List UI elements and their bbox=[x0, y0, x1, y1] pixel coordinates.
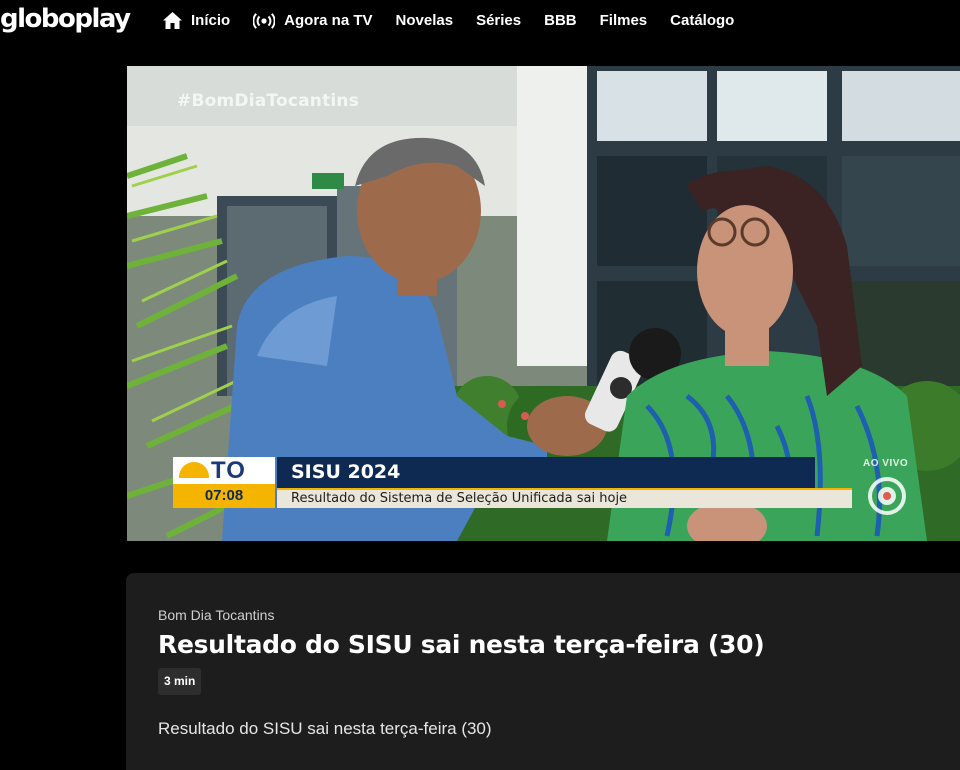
nav-item-catalogo[interactable]: Catálogo bbox=[670, 12, 734, 29]
main-nav: Início Agora na TV Novelas Séries BBB Fi… bbox=[163, 12, 757, 29]
top-navigation-bar: globoplay Início Agora na TV Novelas Sér… bbox=[0, 0, 960, 44]
station-code: TO bbox=[211, 457, 246, 484]
nav-item-label: Séries bbox=[476, 12, 522, 29]
nav-item-filmes[interactable]: Filmes bbox=[600, 12, 648, 29]
lower-third-headline: SISU 2024 bbox=[277, 457, 815, 488]
nav-item-novelas[interactable]: Novelas bbox=[396, 12, 454, 29]
live-broadcast-icon bbox=[253, 12, 276, 29]
globo-watermark-icon bbox=[868, 477, 906, 515]
nav-item-label: Agora na TV bbox=[284, 12, 373, 29]
nav-item-inicio[interactable]: Início bbox=[163, 12, 230, 29]
nav-item-label: Início bbox=[191, 12, 231, 29]
video-description: Resultado do SISU sai nesta terça-feira … bbox=[158, 719, 492, 738]
program-hashtag: #BomDiaTocantins bbox=[177, 91, 360, 111]
lower-third-subline: Resultado do Sistema de Seleção Unificad… bbox=[277, 488, 852, 508]
nav-item-label: Novelas bbox=[395, 12, 454, 29]
video-title: Resultado do SISU sai nesta terça-feira … bbox=[158, 630, 765, 659]
nav-item-label: Filmes bbox=[599, 12, 648, 29]
nav-item-series[interactable]: Séries bbox=[476, 12, 521, 29]
station-logo: TO bbox=[173, 457, 275, 484]
program-name[interactable]: Bom Dia Tocantins bbox=[158, 607, 274, 623]
nav-item-label: BBB bbox=[544, 12, 577, 29]
video-player[interactable]: #BomDiaTocantins TO 07:08 SISU 2024 Resu… bbox=[127, 66, 960, 541]
globoplay-logo[interactable]: globoplay bbox=[0, 4, 131, 34]
nav-item-bbb[interactable]: BBB bbox=[544, 12, 577, 29]
nav-item-agora-na-tv[interactable]: Agora na TV bbox=[253, 12, 373, 29]
broadcast-clock: 07:08 bbox=[173, 484, 275, 508]
duration-badge: 3 min bbox=[158, 668, 202, 695]
sun-icon bbox=[179, 462, 209, 478]
home-icon bbox=[163, 12, 182, 29]
video-info-panel: Bom Dia Tocantins Resultado do SISU sai … bbox=[126, 573, 960, 770]
live-tag: AO VIVO bbox=[863, 458, 909, 469]
nav-item-label: Catálogo bbox=[670, 12, 735, 29]
